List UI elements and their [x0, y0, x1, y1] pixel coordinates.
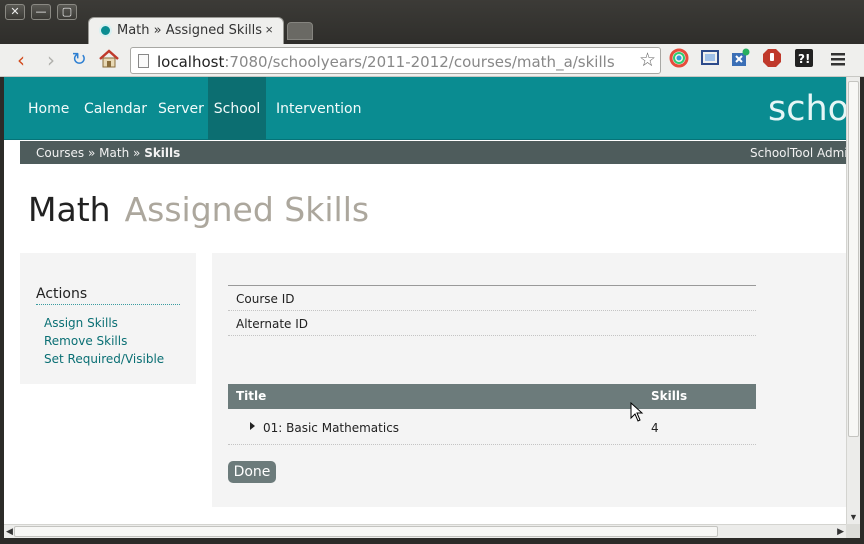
page-title: Math Assigned Skills	[28, 190, 369, 229]
nav-item-calendar[interactable]: Calendar	[84, 77, 147, 140]
home-icon	[99, 49, 119, 68]
horizontal-scrollbar-thumb[interactable]	[14, 526, 718, 537]
expand-triangle-icon[interactable]	[250, 422, 255, 430]
page-icon	[138, 54, 149, 68]
window-maximize-button[interactable]: ▢	[57, 4, 77, 20]
bookmark-star-icon[interactable]: ☆	[639, 49, 656, 71]
url-path: :7080/schoolyears/2011-2012/courses/math…	[224, 53, 615, 71]
tab-close-icon[interactable]: ×	[265, 22, 273, 37]
breadcrumb-skills: Skills	[144, 146, 181, 160]
set-required-visible-link[interactable]: Set Required/Visible	[44, 352, 164, 366]
schooltool-brand: schoo	[768, 89, 846, 129]
back-button[interactable]: ‹	[10, 49, 32, 71]
window-bottom-edge	[0, 538, 864, 544]
address-bar[interactable]: localhost:7080/schoolyears/2011-2012/cou…	[130, 47, 661, 74]
field-divider	[228, 335, 756, 336]
window-minimize-button[interactable]: —	[31, 4, 51, 20]
page-title-main: Math	[28, 190, 111, 229]
window-titlebar: ✕ — ▢ Math » Assigned Skills ×	[0, 0, 864, 44]
vertical-scrollbar-thumb[interactable]	[848, 81, 859, 437]
scroll-right-arrow-icon[interactable]: ▶	[837, 526, 844, 537]
main-nav: Home Calendar Server School Intervention…	[4, 77, 846, 140]
actions-heading: Actions	[36, 286, 88, 302]
horizontal-scrollbar[interactable]: ◀ ▶	[4, 524, 846, 538]
scrollbar-corner	[846, 524, 860, 538]
scroll-left-arrow-icon[interactable]: ◀	[6, 526, 13, 537]
tab-title: Math » Assigned Skills	[117, 23, 263, 38]
home-button[interactable]	[98, 49, 120, 71]
vertical-scrollbar[interactable]: ▼	[846, 77, 860, 524]
column-header-title[interactable]: Title	[236, 389, 266, 403]
course-id-label: Course ID	[236, 292, 295, 306]
content-panel: Course ID Alternate ID Title Skills 01: …	[212, 253, 846, 507]
browser-toolbar: ‹ › ↻ localhost:7080/schoolyears/2011-20…	[0, 44, 864, 77]
skills-table-header: Title Skills	[228, 384, 756, 409]
address-url[interactable]: localhost:7080/schoolyears/2011-2012/cou…	[157, 53, 615, 71]
puzzle-extension-icon[interactable]	[730, 48, 750, 68]
assign-skills-link[interactable]: Assign Skills	[44, 316, 118, 330]
page-viewport: Home Calendar Server School Intervention…	[4, 77, 846, 524]
table-row[interactable]: 01: Basic Mathematics 4	[228, 411, 756, 445]
field-divider	[228, 310, 756, 311]
skillset-title: 01: Basic Mathematics	[263, 421, 400, 435]
screen-capture-extension-icon[interactable]	[700, 48, 720, 68]
scroll-down-arrow-icon[interactable]: ▼	[849, 512, 858, 522]
mouse-cursor-icon	[630, 402, 644, 422]
nav-item-server[interactable]: Server	[158, 77, 204, 140]
alternate-id-label: Alternate ID	[236, 317, 308, 331]
column-header-skills[interactable]: Skills	[651, 389, 687, 403]
color-picker-extension-icon[interactable]	[669, 48, 689, 68]
help-extension-icon[interactable]: ?!	[794, 48, 814, 68]
skills-count: 4	[651, 421, 659, 435]
nav-item-intervention[interactable]: Intervention	[276, 77, 361, 140]
user-menu[interactable]: SchoolTool Admin	[750, 146, 846, 160]
nav-item-home[interactable]: Home	[4, 77, 85, 140]
breadcrumb-courses[interactable]: Courses	[36, 146, 84, 160]
svg-text:?!: ?!	[798, 52, 810, 66]
breadcrumb: Courses » Math » Skills SchoolTool Admin	[20, 141, 846, 164]
menu-icon[interactable]	[828, 49, 848, 69]
remove-skills-link[interactable]: Remove Skills	[44, 334, 127, 348]
details-divider	[228, 285, 756, 286]
window-close-button[interactable]: ✕	[5, 4, 25, 20]
actions-panel: Actions Assign Skills Remove Skills Set …	[20, 253, 196, 384]
nav-item-school[interactable]: School	[208, 77, 266, 140]
breadcrumb-math[interactable]: Math	[99, 146, 129, 160]
new-tab-button[interactable]	[287, 22, 313, 40]
browser-tab[interactable]: Math » Assigned Skills ×	[88, 17, 284, 44]
url-host: localhost	[157, 53, 225, 71]
reload-button[interactable]: ↻	[68, 49, 90, 71]
adblock-extension-icon[interactable]	[762, 48, 782, 68]
schooltool-favicon-icon	[99, 24, 112, 37]
page-title-sub: Assigned Skills	[124, 190, 370, 229]
breadcrumb-separator: »	[87, 146, 96, 160]
done-button[interactable]: Done	[228, 461, 276, 483]
breadcrumb-separator: »	[133, 146, 141, 160]
actions-divider	[36, 304, 180, 305]
forward-button[interactable]: ›	[40, 49, 62, 71]
